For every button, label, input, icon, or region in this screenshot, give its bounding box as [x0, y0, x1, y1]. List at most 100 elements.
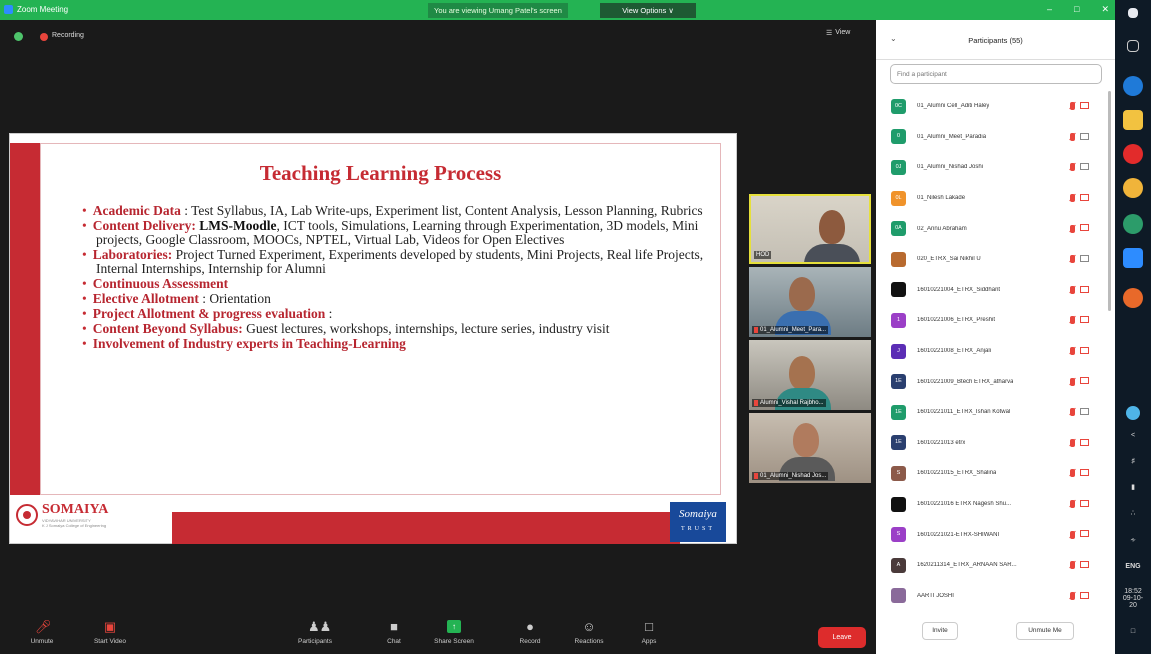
- video-tile[interactable]: Alumni_Vishal Rajbho...: [749, 340, 871, 410]
- video-off-icon: [1080, 407, 1089, 415]
- apps-button[interactable]: □ Apps: [634, 620, 664, 645]
- video-off-icon: [1080, 316, 1089, 324]
- video-off-icon: [1080, 193, 1089, 201]
- participant-name: 01_Alumni_Meet_Paradia: [917, 133, 987, 140]
- participant-name: 16010221006_ETRX_Preshit: [917, 317, 996, 324]
- participant-row[interactable]: AARTI JOSHI: [876, 581, 1107, 612]
- participant-row[interactable]: A 1620211314_ETRX_ARNAAN SAR...: [876, 550, 1107, 581]
- participant-avatar: 0L: [891, 190, 906, 206]
- participant-row[interactable]: S 16010221021-ETRX-SHIWANI: [876, 519, 1107, 550]
- muted-mic-icon: [1070, 316, 1075, 325]
- participant-row[interactable]: 16010221004_ETRX_Siddhant: [876, 275, 1107, 306]
- participant-row[interactable]: 0L 01_Nilesh Lakade: [876, 183, 1107, 214]
- video-off-icon: [1080, 224, 1089, 232]
- video-off-icon: ▣: [103, 619, 117, 634]
- maximize-button[interactable]: □: [1074, 4, 1079, 15]
- participant-row[interactable]: 0A 02_Annu Abraham: [876, 213, 1107, 244]
- participant-name: 020_ETRX_Sai Nikhil U: [917, 256, 981, 263]
- view-options-button[interactable]: View Options ∨: [600, 3, 696, 18]
- video-off-icon: [1080, 346, 1089, 354]
- video-tile[interactable]: 01_Alumni_Nishad Jos...: [749, 413, 871, 483]
- close-button[interactable]: ✕: [1101, 4, 1109, 15]
- participant-row[interactable]: 16010221016 ETRX Nagesh Shu...: [876, 489, 1107, 520]
- edge-browser-icon[interactable]: [1123, 76, 1143, 96]
- window-controls: – □ ✕: [1047, 4, 1109, 15]
- apps-icon: □: [645, 619, 653, 634]
- chevron-up-icon[interactable]: <: [1119, 432, 1147, 439]
- participant-avatar: 1E: [891, 374, 906, 390]
- battery-icon[interactable]: ▮: [1119, 483, 1147, 491]
- muted-mic-icon: [1070, 132, 1075, 141]
- find-participant-input[interactable]: [890, 64, 1102, 84]
- leave-button[interactable]: Leave: [818, 627, 866, 648]
- muted-mic-icon: [754, 400, 758, 406]
- participant-row[interactable]: 1E 16010221011_ETRX_Ishan Kotwal: [876, 397, 1107, 428]
- record-icon: ●: [526, 619, 534, 634]
- participant-name: 16010221004_ETRX_Siddhant: [917, 286, 1001, 293]
- zoom-logo-icon: [4, 5, 13, 14]
- muted-mic-icon: [754, 473, 758, 479]
- zoom-app-icon[interactable]: [1123, 248, 1143, 268]
- participant-name: 16010221009_Btech ETRX_atharva: [917, 378, 1014, 385]
- file-explorer-icon[interactable]: [1123, 110, 1143, 130]
- participant-row[interactable]: J 16010221008_ETRX_Anjali: [876, 336, 1107, 367]
- window-title-bar: Zoom Meeting You are viewing Umang Patel…: [0, 0, 1115, 20]
- participant-row[interactable]: 1E 16010221013 etrx: [876, 428, 1107, 459]
- bullet-text: : Orientation: [198, 291, 271, 306]
- participant-row[interactable]: 0J 01_Alumni_Nishad Joshi: [876, 152, 1107, 183]
- minimize-button[interactable]: –: [1047, 4, 1052, 15]
- bullet-heading: Involvement of Industry experts in Teach…: [92, 336, 406, 351]
- participants-scrollbar[interactable]: [1108, 91, 1111, 311]
- recording-icon: [40, 33, 48, 41]
- participant-avatar: [891, 282, 906, 298]
- participant-name: 01_Alumni Cell_Aditi Haley: [917, 103, 990, 110]
- video-tile[interactable]: 01_Alumni_Meet_Para...: [749, 267, 871, 337]
- participant-avatar: A: [891, 557, 906, 573]
- unmute-button[interactable]: 🎤︎ Unmute: [22, 620, 62, 645]
- recording-label: Recording: [52, 32, 84, 39]
- participant-row[interactable]: 1 16010221006_ETRX_Preshit: [876, 305, 1107, 336]
- language-indicator[interactable]: ENG: [1119, 563, 1147, 570]
- participant-row[interactable]: 1E 16010221009_Btech ETRX_atharva: [876, 366, 1107, 397]
- bullet-heading: Content Delivery:: [92, 218, 196, 233]
- participant-face: [789, 356, 815, 390]
- chrome-browser-icon[interactable]: [1123, 178, 1143, 198]
- windows-start-icon[interactable]: [1128, 8, 1138, 18]
- notifications-icon[interactable]: □: [1119, 628, 1147, 635]
- participant-row[interactable]: 0C 01_Alumni Cell_Aditi Haley: [876, 91, 1107, 122]
- chat-button[interactable]: ■ Chat: [379, 620, 409, 645]
- video-tile[interactable]: HOD: [749, 194, 871, 264]
- participant-row[interactable]: 0 01_Alumni_Meet_Paradia: [876, 122, 1107, 153]
- participants-button[interactable]: ♟♟ Participants: [290, 620, 340, 645]
- wifi-icon[interactable]: ∻: [1119, 536, 1147, 544]
- task-view-icon[interactable]: [1127, 40, 1139, 52]
- participant-row[interactable]: S 16010221015_ETRX_Shalina: [876, 458, 1107, 489]
- start-video-button[interactable]: ▣ Start Video: [84, 620, 136, 645]
- participants-panel: ⌄ Participants (55) 0C 01_Alumni Cell_Adi…: [876, 20, 1115, 654]
- video-off-icon: [1080, 254, 1089, 262]
- participant-avatar: 1: [891, 312, 906, 328]
- unmute-me-button[interactable]: Unmute Me: [1016, 622, 1074, 640]
- reactions-label: Reactions: [574, 638, 604, 645]
- view-button[interactable]: ☰ View: [826, 29, 850, 37]
- video-off-icon: [1080, 377, 1089, 385]
- reactions-button[interactable]: ☺ Reactions: [567, 620, 611, 645]
- weather-icon[interactable]: [1126, 406, 1140, 420]
- participant-avatar: 1E: [891, 435, 906, 451]
- office-app-icon[interactable]: [1123, 288, 1143, 308]
- participant-row[interactable]: 020_ETRX_Sai Nikhil U: [876, 244, 1107, 275]
- participant-avatar: [891, 496, 906, 512]
- invite-button[interactable]: Invite: [922, 622, 958, 640]
- opera-browser-icon[interactable]: [1123, 144, 1143, 164]
- app-icon[interactable]: [1123, 214, 1143, 234]
- clock[interactable]: 18:52 09-10-20: [1119, 588, 1147, 609]
- share-screen-button[interactable]: ↑ Share Screen: [428, 620, 480, 645]
- participant-name: 16010221013 etrx: [917, 439, 966, 446]
- muted-mic-icon: [1070, 408, 1075, 417]
- security-shield-icon[interactable]: [14, 32, 23, 41]
- network-icon[interactable]: ∴: [1119, 509, 1147, 517]
- record-button[interactable]: ● Record: [510, 620, 550, 645]
- slide-bullet: Continuous Assessment: [93, 277, 736, 291]
- participant-body: [804, 244, 860, 262]
- speaker-icon[interactable]: ♯: [1119, 458, 1147, 465]
